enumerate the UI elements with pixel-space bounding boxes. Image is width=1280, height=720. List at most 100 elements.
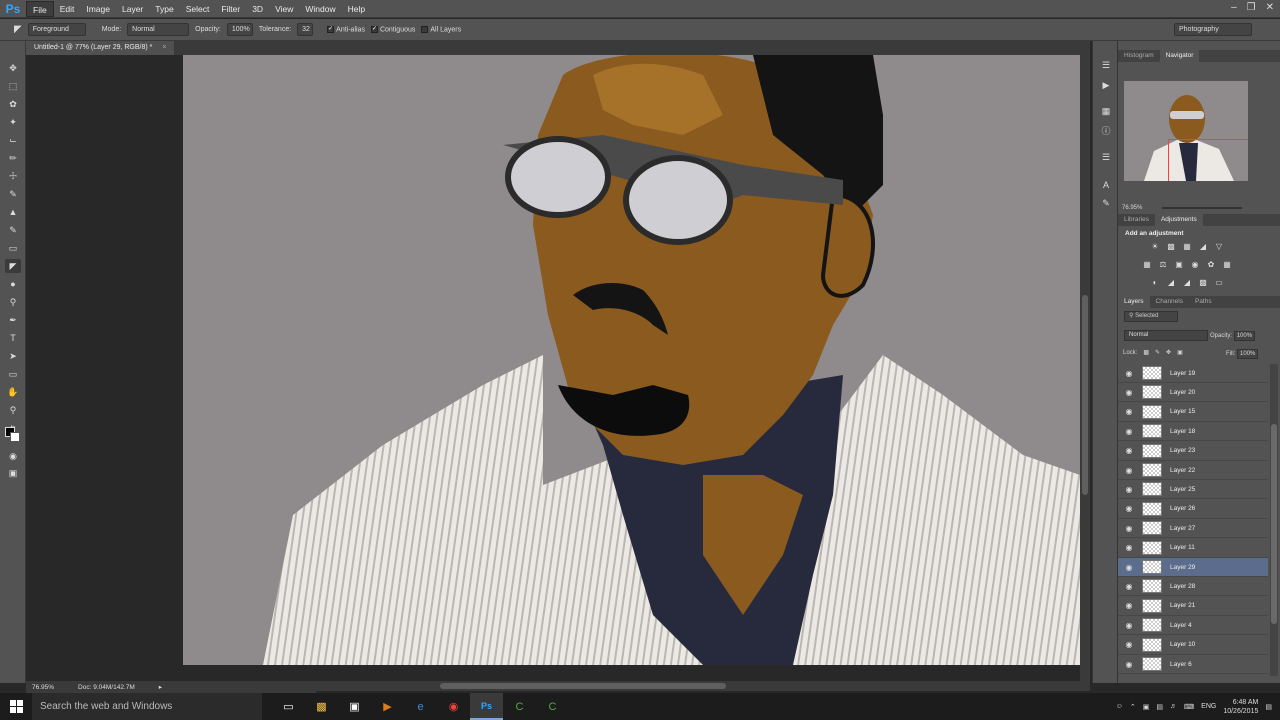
layer-row[interactable]: ◉ Layer 4 — [1118, 616, 1268, 636]
eraser-icon[interactable]: ▭ — [5, 241, 21, 255]
visibility-eye-icon[interactable]: ◉ — [1118, 601, 1140, 610]
play-icon[interactable]: ▸ — [159, 683, 162, 691]
contiguous-checkbox[interactable]: ✓ Contiguous — [370, 25, 415, 33]
menu-3d[interactable]: 3D — [246, 1, 269, 17]
marquee-tool-icon[interactable]: ⬚ — [5, 79, 21, 93]
vertical-scroll-thumb[interactable] — [1082, 295, 1088, 495]
visibility-eye-icon[interactable]: ◉ — [1118, 446, 1140, 455]
tab-adjustments[interactable]: Adjustments — [1154, 214, 1203, 226]
vertical-scrollbar[interactable] — [1080, 55, 1090, 683]
menu-help[interactable]: Help — [342, 1, 371, 17]
layers-scroll-thumb[interactable] — [1271, 424, 1277, 624]
posterize-icon[interactable]: ◢ — [1166, 278, 1176, 287]
info-icon[interactable]: ⓘ — [1100, 125, 1112, 137]
visibility-eye-icon[interactable]: ◉ — [1118, 466, 1140, 475]
layer-opacity-input[interactable]: 100% — [1233, 331, 1256, 341]
menu-filter[interactable]: Filter — [215, 1, 246, 17]
visibility-eye-icon[interactable]: ◉ — [1118, 369, 1140, 378]
history-brush-icon[interactable]: ✎ — [5, 223, 21, 237]
store-icon[interactable]: ▣ — [338, 693, 371, 720]
threshold-icon[interactable]: ◢ — [1182, 278, 1192, 287]
visibility-eye-icon[interactable]: ◉ — [1118, 621, 1140, 630]
black-white-icon[interactable]: ▣ — [1174, 260, 1184, 269]
tab-channels[interactable]: Channels — [1150, 296, 1189, 308]
actions-play-icon[interactable]: ▶ — [1100, 79, 1112, 91]
fill-source-select[interactable]: Foreground — [27, 23, 86, 36]
navigator-zoom[interactable]: 76.95% — [1122, 205, 1142, 211]
horizontal-scroll-thumb[interactable] — [440, 683, 726, 689]
layer-row[interactable]: ◉ Layer 10 — [1118, 636, 1268, 655]
color-lookup-icon[interactable]: ▦ — [1222, 260, 1232, 269]
keyboard-icon[interactable]: ⌨ — [1184, 703, 1194, 711]
lock-all-icon[interactable]: ▣ — [1177, 349, 1183, 356]
fill-input[interactable]: 100% — [1237, 349, 1259, 359]
layer-row[interactable]: ◉ Layer 25 — [1118, 480, 1268, 500]
language-indicator[interactable]: ENG — [1201, 703, 1216, 710]
exposure-icon[interactable]: ◢ — [1198, 242, 1208, 251]
pen-tool-icon[interactable]: ✒ — [5, 313, 21, 327]
paint-bucket-tool-icon[interactable]: ◤ — [5, 259, 21, 273]
layer-row[interactable]: ◉ Layer 20 — [1118, 383, 1268, 403]
gradient-map-icon[interactable]: ▭ — [1214, 278, 1224, 287]
tab-paths[interactable]: Paths — [1189, 296, 1218, 308]
opacity-input[interactable]: 100% — [226, 23, 253, 36]
camtasia-recorder-icon[interactable]: C — [536, 693, 569, 720]
color-balance-icon[interactable]: ⚖ — [1158, 260, 1168, 269]
media-player-icon[interactable]: ▶ — [371, 693, 404, 720]
layer-row[interactable]: ◉ Layer 21 — [1118, 597, 1268, 616]
tolerance-input[interactable]: 32 — [297, 23, 314, 36]
lock-position-icon[interactable]: ✥ — [1166, 349, 1171, 356]
start-button[interactable] — [0, 693, 32, 720]
edge-icon[interactable]: e — [404, 693, 437, 720]
layer-row[interactable]: ◉ Layer 18 — [1118, 422, 1268, 442]
canvas-area[interactable] — [26, 55, 1090, 683]
channel-mixer-icon[interactable]: ✿ — [1206, 260, 1216, 269]
visibility-eye-icon[interactable]: ◉ — [1118, 543, 1140, 552]
tab-navigator[interactable]: Navigator — [1159, 50, 1200, 62]
menu-image[interactable]: Image — [80, 1, 116, 17]
menu-layer[interactable]: Layer — [116, 1, 149, 17]
shape-tool-icon[interactable]: ▭ — [5, 367, 21, 381]
mode-select[interactable]: Normal — [127, 23, 190, 36]
history-icon[interactable]: ☰ — [1100, 59, 1112, 71]
chrome-icon[interactable]: ◉ — [437, 693, 470, 720]
hue-saturation-icon[interactable]: ▦ — [1142, 260, 1152, 269]
menu-edit[interactable]: Edit — [54, 1, 81, 17]
visibility-eye-icon[interactable]: ◉ — [1118, 660, 1140, 669]
invert-icon[interactable]: ◐ — [1150, 278, 1160, 287]
visibility-eye-icon[interactable]: ◉ — [1118, 640, 1140, 649]
eyedropper-icon[interactable]: ✏ — [5, 151, 21, 165]
crop-tool-icon[interactable]: ⌙ — [5, 133, 21, 147]
layer-row[interactable]: ◉ Layer 15 — [1118, 403, 1268, 422]
photo-filter-icon[interactable]: ◉ — [1190, 260, 1200, 269]
visibility-eye-icon[interactable]: ◉ — [1118, 504, 1140, 513]
navigator-thumbnail[interactable] — [1124, 81, 1248, 181]
clock[interactable]: 6:48 AM 10/26/2015 — [1223, 698, 1258, 716]
photoshop-taskbar-icon[interactable]: Ps — [470, 693, 503, 720]
dodge-tool-icon[interactable]: ⚲ — [5, 295, 21, 309]
network-icon[interactable]: ▤ — [1156, 703, 1163, 711]
zoom-tool-icon[interactable]: ⚲ — [5, 403, 21, 417]
layer-row[interactable]: ◉ Layer 29 — [1118, 558, 1268, 577]
tab-libraries[interactable]: Libraries — [1118, 214, 1155, 226]
layer-row[interactable]: ◉ Layer 26 — [1118, 500, 1268, 519]
type-tool-icon[interactable]: T — [5, 331, 21, 345]
workspace-select[interactable]: Photography — [1174, 23, 1252, 36]
levels-icon[interactable]: ▩ — [1166, 242, 1176, 251]
menu-type[interactable]: Type — [149, 1, 179, 17]
lock-transparent-icon[interactable]: ▩ — [1143, 349, 1149, 356]
restore-icon[interactable]: ❐ — [1247, 2, 1256, 13]
artwork-canvas[interactable] — [183, 55, 1080, 665]
layer-row[interactable]: ◉ Layer 23 — [1118, 442, 1268, 461]
all-layers-checkbox[interactable]: All Layers — [421, 25, 461, 33]
navigator-view-box[interactable] — [1168, 139, 1248, 181]
hand-tool-icon[interactable]: ✋ — [5, 385, 21, 399]
properties-icon[interactable]: ▦ — [1100, 105, 1112, 117]
lock-pixels-icon[interactable]: ✎ — [1155, 349, 1160, 356]
notification-icon[interactable]: ▣ — [1143, 703, 1150, 711]
menu-view[interactable]: View — [269, 1, 299, 17]
screen-mode-icon[interactable]: ▣ — [5, 466, 21, 480]
file-explorer-icon[interactable]: ▩ — [305, 693, 338, 720]
quick-mask-icon[interactable]: ◉ — [5, 449, 21, 463]
layer-row[interactable]: ◉ Layer 28 — [1118, 577, 1268, 597]
